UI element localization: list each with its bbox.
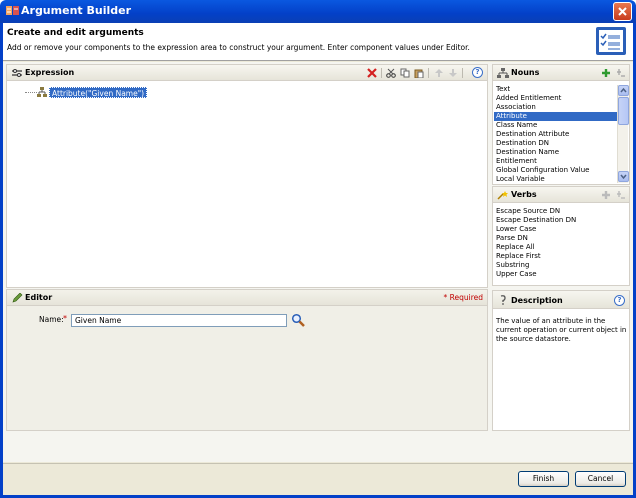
wizard-header: Create and edit arguments Add or remove … <box>3 23 633 61</box>
noun-item[interactable]: Class Name <box>494 121 617 130</box>
description-icon <box>500 295 506 305</box>
nouns-icon <box>497 68 509 78</box>
checklist-icon <box>596 27 626 55</box>
verb-item[interactable]: Escape Source DN <box>494 207 629 216</box>
scroll-up-button[interactable] <box>618 85 629 96</box>
paste-icon[interactable] <box>414 68 424 78</box>
nouns-list: Text Added Entitlement Association Attri… <box>494 85 617 183</box>
verb-item[interactable]: Substring <box>494 261 629 270</box>
copy-icon[interactable] <box>400 68 410 78</box>
move-up-icon[interactable] <box>434 68 444 78</box>
move-down-icon[interactable] <box>448 68 458 78</box>
verbs-list: Escape Source DN Escape Destination DN L… <box>494 207 629 279</box>
add-icon <box>602 191 610 199</box>
expression-tree-node[interactable]: Attribute("Given Name") <box>49 87 148 98</box>
toolbar-separator <box>462 68 463 78</box>
noun-item[interactable]: Association <box>494 103 617 112</box>
description-header: Description ? <box>493 291 629 309</box>
tree-connector <box>25 92 37 93</box>
toolbar-separator <box>428 68 429 78</box>
noun-item[interactable]: Destination Attribute <box>494 130 617 139</box>
chevron-down-icon <box>620 174 627 180</box>
pencil-icon <box>12 293 23 303</box>
add-icon[interactable] <box>601 68 611 78</box>
verb-item[interactable]: Escape Destination DN <box>494 216 629 225</box>
header-title: Create and edit arguments <box>7 28 144 38</box>
title-bar: Argument Builder <box>0 0 636 23</box>
scroll-thumb[interactable] <box>618 97 629 125</box>
header-subtitle: Add or remove your components to the exp… <box>7 43 470 52</box>
nouns-title: Nouns <box>511 68 540 77</box>
attribute-node-icon <box>37 87 47 97</box>
verb-item[interactable]: Parse DN <box>494 234 629 243</box>
name-required-mark: * <box>63 314 67 323</box>
expression-icon <box>12 69 22 77</box>
search-icon[interactable] <box>291 313 305 327</box>
expression-help-icon[interactable]: ? <box>472 67 483 78</box>
description-text: The value of an attribute in the current… <box>496 317 627 343</box>
description-panel: Description ? The value of an attribute … <box>492 290 630 431</box>
description-title: Description <box>511 296 563 305</box>
noun-item[interactable]: Local Variable <box>494 175 617 183</box>
description-help-icon[interactable]: ? <box>614 295 625 306</box>
cancel-button[interactable]: Cancel <box>575 471 626 487</box>
name-input[interactable] <box>71 314 287 327</box>
finish-button[interactable]: Finish <box>518 471 569 487</box>
nouns-panel: Nouns Text Added Entitlement Association… <box>492 64 630 185</box>
nouns-header: Nouns <box>493 65 629 81</box>
verbs-header: Verbs <box>493 187 629 203</box>
required-legend: * Required <box>443 293 483 302</box>
add-child-icon[interactable] <box>616 68 626 78</box>
verbs-panel: Verbs Escape Source DN Escape Destinatio… <box>492 186 630 286</box>
chevron-up-icon <box>620 87 627 93</box>
toolbar-separator <box>381 68 382 78</box>
delete-icon[interactable] <box>367 68 377 78</box>
verbs-icon <box>497 191 508 200</box>
noun-item[interactable]: Destination Name <box>494 148 617 157</box>
expression-title: Expression <box>25 68 75 77</box>
editor-title: Editor <box>25 293 53 302</box>
noun-item[interactable]: Global Configuration Value <box>494 166 617 175</box>
noun-item[interactable]: Added Entitlement <box>494 94 617 103</box>
add-child-icon <box>617 191 625 199</box>
noun-item-selected[interactable]: Attribute <box>494 112 617 121</box>
verbs-title: Verbs <box>511 190 537 199</box>
scroll-down-button[interactable] <box>618 171 629 182</box>
verb-item[interactable]: Upper Case <box>494 270 629 279</box>
window-title: Argument Builder <box>21 4 131 17</box>
app-icon <box>6 6 19 15</box>
expression-panel: Expression ? Attribute("Given Name") <box>6 64 488 288</box>
verb-item[interactable]: Replace All <box>494 243 629 252</box>
noun-item[interactable]: Text <box>494 85 617 94</box>
editor-header: Editor * Required <box>7 290 487 306</box>
close-icon <box>618 7 627 16</box>
noun-item[interactable]: Destination DN <box>494 139 617 148</box>
footer-divider <box>3 463 633 464</box>
cut-icon[interactable] <box>386 68 396 78</box>
verb-item[interactable]: Lower Case <box>494 225 629 234</box>
expression-header: Expression ? <box>7 65 487 81</box>
editor-panel: Editor * Required Name: * <box>6 289 488 431</box>
noun-item[interactable]: Entitlement <box>494 157 617 166</box>
name-label: Name: <box>39 315 64 324</box>
nouns-scrollbar[interactable] <box>617 85 629 183</box>
close-button[interactable] <box>613 2 632 21</box>
verb-item[interactable]: Replace First <box>494 252 629 261</box>
